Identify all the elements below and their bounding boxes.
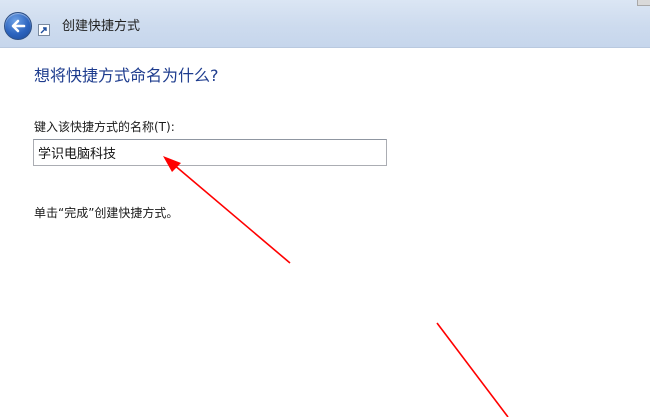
finish-hint: 单击“完成”创建快捷方式。: [34, 206, 179, 220]
annotation-arrow-1: [163, 156, 291, 264]
title-bar-corner: [637, 0, 650, 6]
title-bar: 创建快捷方式: [0, 0, 650, 48]
back-button[interactable]: [4, 12, 32, 40]
shortcut-icon: [38, 24, 50, 36]
shortcut-name-input[interactable]: [33, 139, 387, 166]
page-heading: 想将快捷方式命名为什么?: [34, 66, 219, 85]
window-title: 创建快捷方式: [62, 19, 141, 34]
back-arrow-icon: [11, 19, 26, 33]
name-field-label: 键入该快捷方式的名称(T):: [34, 120, 175, 134]
create-shortcut-wizard: 创建快捷方式 想将快捷方式命名为什么? 键入该快捷方式的名称(T): 单击“完成…: [0, 0, 650, 417]
annotation-arrow-2: [436, 322, 509, 417]
